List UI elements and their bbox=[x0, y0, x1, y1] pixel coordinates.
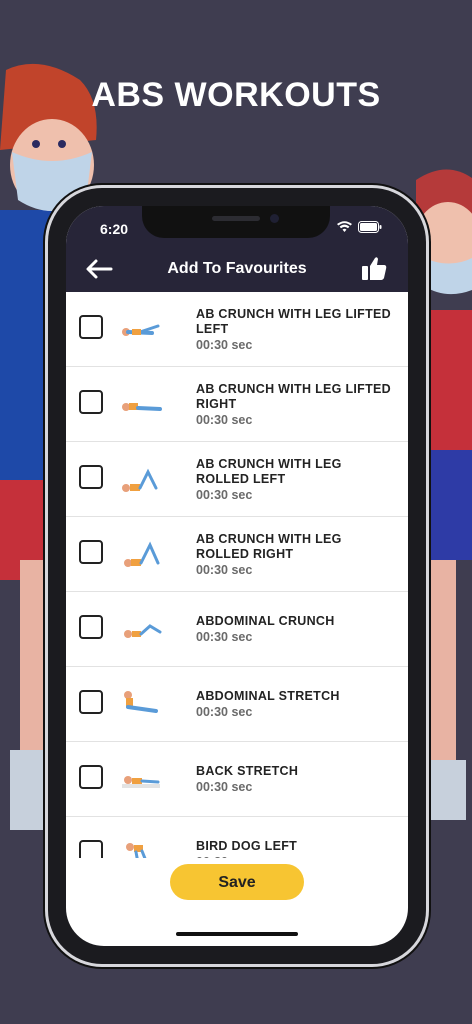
exercise-row[interactable]: AB CRUNCH WITH LEG ROLLED RIGHT 00:30 sec bbox=[66, 517, 408, 592]
exercise-name: ABDOMINAL STRETCH bbox=[196, 689, 340, 703]
exercise-thumbnail bbox=[126, 843, 147, 858]
exercise-duration: 00:30 sec bbox=[196, 487, 253, 502]
exercise-checkbox[interactable] bbox=[79, 840, 103, 858]
exercise-info: AB CRUNCH WITH LEG LIFTED LEFT 00:30 sec bbox=[196, 292, 396, 367]
phone-screen: 6:20 Add To Favourites AB CRUNCH WITH LE… bbox=[66, 206, 408, 946]
exercise-duration: 00:30 sec bbox=[196, 705, 253, 719]
exercise-thumbnail bbox=[124, 541, 160, 567]
exercise-info: AB CRUNCH WITH LEG ROLLED RIGHT 00:30 sec bbox=[196, 517, 396, 592]
wifi-icon bbox=[337, 221, 352, 232]
nav-bar: Add To Favourites bbox=[66, 246, 408, 292]
exercise-checkbox[interactable] bbox=[79, 615, 103, 639]
exercise-list[interactable]: AB CRUNCH WITH LEG LIFTED LEFT 00:30 sec A… bbox=[66, 292, 408, 858]
exercise-name: BACK STRETCH bbox=[196, 764, 299, 778]
exercise-row[interactable]: BIRD DOG LEFT00:30 sec bbox=[66, 817, 408, 858]
exercise-checkbox[interactable] bbox=[79, 465, 103, 489]
notch bbox=[142, 206, 330, 238]
exercise-name: AB CRUNCH WITH LEG LIFTED LEFT bbox=[196, 306, 391, 336]
nav-title: Add To Favourites bbox=[167, 260, 307, 277]
save-button[interactable]: Save bbox=[170, 864, 304, 900]
page-title: ABS WORKOUTS bbox=[91, 76, 381, 114]
exercise-row[interactable]: AB CRUNCH WITH LEG ROLLED LEFT 00:30 sec bbox=[66, 442, 408, 517]
exercise-name: ABDOMINAL CRUNCH bbox=[196, 614, 335, 628]
exercise-thumbnail bbox=[122, 403, 162, 411]
exercise-info: BACK STRETCH 00:30 sec bbox=[196, 742, 396, 817]
exercise-info: ABDOMINAL CRUNCH 00:30 sec bbox=[196, 592, 396, 667]
exercise-info: AB CRUNCH WITH LEG LIFTED RIGHT 00:30 sec bbox=[196, 367, 396, 442]
exercise-info: ABDOMINAL STRETCH 00:30 sec bbox=[196, 667, 396, 742]
exercise-thumbnail bbox=[122, 776, 160, 788]
status-time: 6:20 bbox=[100, 221, 129, 237]
exercise-row[interactable]: AB CRUNCH WITH LEG LIFTED LEFT 00:30 sec bbox=[66, 292, 408, 367]
exercise-duration: 00:30 sec bbox=[196, 854, 396, 858]
exercise-checkbox[interactable] bbox=[79, 315, 103, 339]
exercise-thumbnail bbox=[124, 691, 158, 713]
exercise-thumbnail bbox=[122, 324, 160, 336]
exercise-checkbox[interactable] bbox=[79, 540, 103, 564]
exercise-duration: 00:30 sec bbox=[196, 780, 253, 794]
exercise-duration: 00:30 sec bbox=[196, 337, 253, 352]
exercise-checkbox[interactable] bbox=[79, 765, 103, 789]
battery-icon bbox=[358, 221, 382, 233]
exercise-name: BIRD DOG LEFT bbox=[196, 839, 298, 853]
exercise-info: AB CRUNCH WITH LEG ROLLED LEFT 00:30 sec bbox=[196, 442, 396, 517]
exercise-info: BIRD DOG LEFT00:30 sec bbox=[196, 817, 396, 858]
exercise-row[interactable]: ABDOMINAL STRETCH 00:30 sec bbox=[66, 667, 408, 742]
exercise-checkbox[interactable] bbox=[79, 690, 103, 714]
exercise-thumbnail bbox=[124, 624, 162, 638]
home-indicator bbox=[176, 932, 298, 936]
exercise-row[interactable]: BACK STRETCH 00:30 sec bbox=[66, 742, 408, 817]
exercise-row[interactable]: AB CRUNCH WITH LEG LIFTED RIGHT 00:30 sec bbox=[66, 367, 408, 442]
exercise-duration: 00:30 sec bbox=[196, 412, 253, 427]
like-button[interactable] bbox=[360, 254, 388, 282]
exercise-name: AB CRUNCH WITH LEG LIFTED RIGHT bbox=[196, 381, 391, 411]
exercise-row[interactable]: ABDOMINAL CRUNCH 00:30 sec bbox=[66, 592, 408, 667]
camera bbox=[270, 214, 279, 223]
status-bar: 6:20 bbox=[66, 206, 408, 246]
thumbs-up-icon bbox=[362, 257, 387, 280]
exercise-duration: 00:30 sec bbox=[196, 630, 253, 644]
status-icons bbox=[337, 221, 382, 233]
exercise-duration: 00:30 sec bbox=[196, 562, 253, 577]
exercise-checkbox[interactable] bbox=[79, 390, 103, 414]
exercise-name: AB CRUNCH WITH LEG ROLLED LEFT bbox=[196, 456, 342, 486]
exercise-thumbnail bbox=[122, 468, 158, 492]
exercise-name: AB CRUNCH WITH LEG ROLLED RIGHT bbox=[196, 531, 342, 561]
speaker bbox=[212, 216, 260, 221]
